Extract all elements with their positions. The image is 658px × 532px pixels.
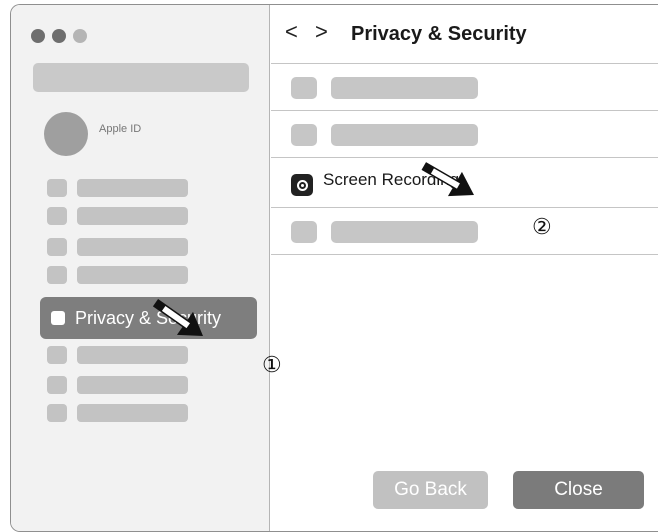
sidebar-item-placeholder[interactable] xyxy=(47,178,188,197)
avatar[interactable] xyxy=(44,112,88,156)
sidebar-item-placeholder[interactable] xyxy=(47,403,188,422)
search-field-placeholder[interactable] xyxy=(33,63,249,92)
settings-window: Apple ID Privacy & Security < > Privacy … xyxy=(10,4,658,532)
list-item[interactable] xyxy=(271,207,658,254)
checkbox-icon xyxy=(51,311,65,325)
back-nav-button[interactable]: < xyxy=(285,19,298,45)
sidebar: Apple ID Privacy & Security xyxy=(11,5,270,531)
step-1-marker: ① xyxy=(262,352,282,377)
sidebar-item-placeholder[interactable] xyxy=(47,206,188,225)
sidebar-item-placeholder[interactable] xyxy=(47,375,188,394)
zoom-window-dot[interactable] xyxy=(73,29,87,43)
step-2-marker: ② xyxy=(532,214,552,239)
page-title: Privacy & Security xyxy=(351,23,527,45)
sidebar-item-privacy-security[interactable]: Privacy & Security xyxy=(40,297,257,339)
sidebar-item-placeholder[interactable] xyxy=(47,237,188,256)
sidebar-item-placeholder[interactable] xyxy=(47,345,188,364)
close-window-dot[interactable] xyxy=(31,29,45,43)
list-item[interactable] xyxy=(271,110,658,157)
toolbar: < > Privacy & Security xyxy=(271,5,658,63)
window-controls xyxy=(31,29,87,43)
main-pane: < > Privacy & Security Screen Recording … xyxy=(271,5,658,531)
sidebar-item-label: Privacy & Security xyxy=(75,307,222,328)
sidebar-item-placeholder[interactable] xyxy=(47,265,188,284)
list-item-label: Screen Recording xyxy=(323,170,460,189)
divider xyxy=(271,254,658,255)
forward-nav-button[interactable]: > xyxy=(315,19,328,45)
list-item-screen-recording[interactable]: Screen Recording xyxy=(271,157,658,204)
minimize-window-dot[interactable] xyxy=(52,29,66,43)
go-back-button[interactable]: Go Back xyxy=(373,471,488,509)
list-item[interactable] xyxy=(271,63,658,110)
close-button[interactable]: Close xyxy=(513,471,644,509)
apple-id-label[interactable]: Apple ID xyxy=(99,123,141,135)
screen-recording-icon xyxy=(291,174,313,196)
